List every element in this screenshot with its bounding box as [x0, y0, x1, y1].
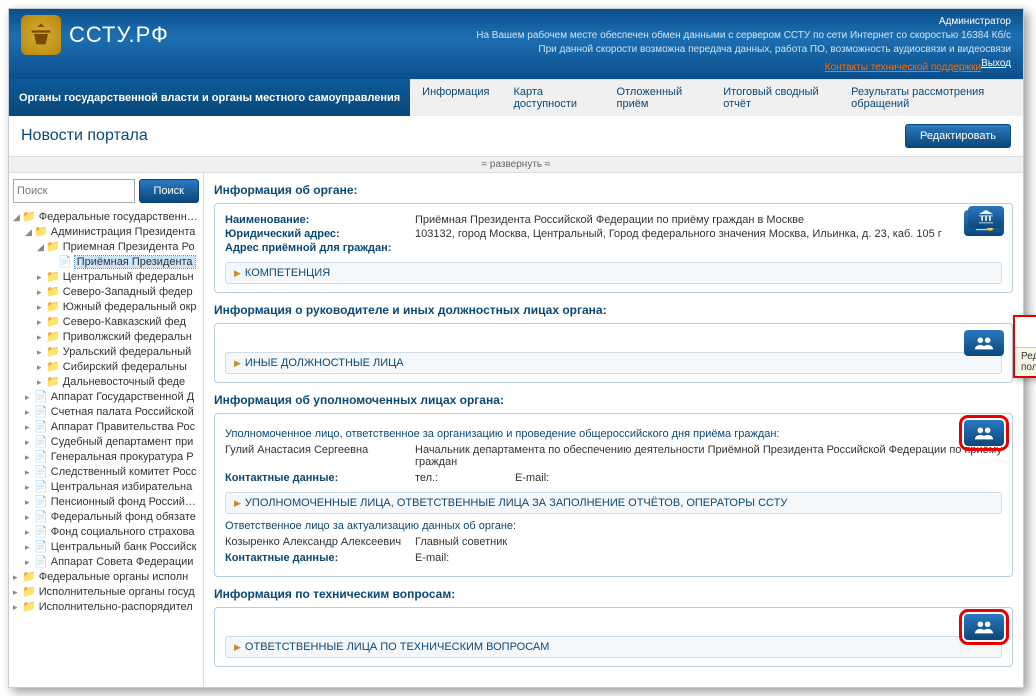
chevron-right-icon: ▶ [234, 642, 241, 652]
resp-name: Козыренко Александр Алексеевич [225, 536, 415, 548]
tree-priemnaya[interactable]: ◢📁 Приемная Президента Ро [37, 239, 199, 254]
speed-msg1: На Вашем рабочем месте обеспечен обмен д… [476, 29, 1011, 43]
sidebar: Поиск ◢📁 Федеральные государственные ◢📁 … [9, 173, 204, 687]
tree-root[interactable]: ◢📁 Федеральные государственные [13, 209, 199, 224]
tree: ◢📁 Федеральные государственные ◢📁 Админи… [13, 209, 199, 614]
exit-link[interactable]: Выход [981, 57, 1011, 71]
site-title: ССТУ.РФ [69, 22, 169, 48]
tree-item[interactable]: ▸📁 Приволжский федеральн [37, 329, 199, 344]
edit-leaders-icon[interactable] [964, 330, 1004, 356]
emblem-icon [21, 15, 61, 55]
operators-expander[interactable]: ▶УПОЛНОМОЧЕННЫЕ ЛИЦА, ОТВЕТСТВЕННЫЕ ЛИЦА… [225, 492, 1002, 514]
tree-doc[interactable]: ▸📄 Аппарат Государственной Д [25, 389, 199, 404]
tree-doc[interactable]: ▸📄 Генеральная прокуратура Р [25, 449, 199, 464]
edit-competence-icon[interactable] [968, 206, 1004, 228]
tree-item[interactable]: ▸📁 Сибирский федеральны [37, 359, 199, 374]
panel-org-info: Наименование:Приёмная Президента Российс… [214, 203, 1013, 293]
page-title: Новости портала [21, 127, 148, 145]
search-button[interactable]: Поиск [139, 179, 199, 203]
tree-bottom[interactable]: ▸📁 Исполнительно-распорядител [13, 599, 199, 614]
tree-item[interactable]: ▸📁 Северо-Кавказский фед [37, 314, 199, 329]
tree-admin[interactable]: ◢📁 Администрация Президента [25, 224, 199, 239]
tree-doc[interactable]: ▸📄 Фонд социального страхова [25, 524, 199, 539]
admin-label: Администратор [476, 15, 1011, 29]
tree-doc[interactable]: ▸📄 Федеральный фонд обязате [25, 509, 199, 524]
menu-map[interactable]: Карта доступности [502, 80, 605, 116]
menu-section-label: Органы государственной власти и органы м… [9, 86, 410, 110]
edit-authorized-icon[interactable] [964, 420, 1004, 446]
addr-value: 103132, город Москва, Центральный, Город… [415, 228, 1002, 240]
expand-bar[interactable]: ≈ развернуть ≈ [9, 156, 1023, 173]
panel-tech: ▶ОТВЕТСТВЕННЫЕ ЛИЦА ПО ТЕХНИЧЕСКИМ ВОПРО… [214, 607, 1013, 667]
tree-doc[interactable]: ▸📄 Следственный комитет Росс [25, 464, 199, 479]
email-label: E-mail: [515, 472, 615, 484]
tech-expander[interactable]: ▶ОТВЕТСТВЕННЫЕ ЛИЦА ПО ТЕХНИЧЕСКИМ ВОПРО… [225, 636, 1002, 658]
menu-info[interactable]: Информация [410, 80, 501, 116]
menu-items: Информация Карта доступности Отложенный … [410, 79, 1023, 116]
menu-bar: Органы государственной власти и органы м… [9, 79, 1023, 116]
title-row: Новости портала Редактировать [9, 116, 1023, 156]
main-content: Информация об органе: Наименование:Приём… [204, 173, 1023, 687]
chevron-right-icon: ▶ [234, 268, 241, 278]
support-link[interactable]: Контакты технической поддержки [825, 61, 981, 75]
auth-pos: Начальник департамента по обеспечению де… [415, 444, 1002, 468]
header-right: Администратор На Вашем рабочем месте обе… [476, 15, 1011, 75]
search-input[interactable] [13, 179, 135, 203]
addr-label: Юридический адрес: [225, 228, 415, 240]
header: ССТУ.РФ Администратор На Вашем рабочем м… [9, 9, 1023, 79]
edit-button[interactable]: Редактировать [905, 124, 1011, 148]
tree-doc[interactable]: ▸📄 Судебный департамент при [25, 434, 199, 449]
resp-subtitle: Ответственное лицо за актуализацию данны… [225, 520, 1002, 532]
tooltip-text: Редактировать данные пользователей [1015, 347, 1036, 376]
contact-label2: Контактные данные: [225, 552, 415, 564]
section1-title: Информация об органе: [214, 183, 1013, 197]
auth-name: Гулий Анастасия Сергеевна [225, 444, 415, 468]
other-officials-expander[interactable]: ▶ИНЫЕ ДОЛЖНОСТНЫЕ ЛИЦА [225, 352, 1002, 374]
tree-doc[interactable]: ▸📄 Аппарат Правительства Рос [25, 419, 199, 434]
menu-deferred[interactable]: Отложенный приём [605, 80, 712, 116]
menu-report[interactable]: Итоговый сводный отчёт [711, 80, 839, 116]
tree-doc[interactable]: ▸📄 Пенсионный фонд Российско [25, 494, 199, 509]
tree-doc[interactable]: ▸📄 Центральная избирательна [25, 479, 199, 494]
name-label: Наименование: [225, 214, 415, 226]
menu-results[interactable]: Результаты рассмотрения обращений [839, 80, 1023, 116]
logo-area: ССТУ.РФ [21, 15, 169, 55]
chevron-right-icon: ▶ [234, 498, 241, 508]
tree-selected[interactable]: 📄 Приёмная Президента [49, 254, 199, 269]
resp-pos: Главный советник [415, 536, 1002, 548]
email-label2: E-mail: [415, 552, 515, 564]
section4-title: Информация по техническим вопросам: [214, 587, 1013, 601]
contact-label: Контактные данные: [225, 472, 415, 484]
tree-item[interactable]: ▸📁 Дальневосточный феде [37, 374, 199, 389]
auth-subtitle: Уполномоченное лицо, ответственное за ор… [225, 428, 1002, 440]
tree-doc[interactable]: ▸📄 Центральный банк Российск [25, 539, 199, 554]
section3-title: Информация об уполномоченных лицах орган… [214, 393, 1013, 407]
tree-item[interactable]: ▸📁 Северо-Западный федер [37, 284, 199, 299]
tree-bottom[interactable]: ▸📁 Исполнительные органы госуд [13, 584, 199, 599]
tree-doc[interactable]: ▸📄 Счетная палата Российской [25, 404, 199, 419]
chevron-right-icon: ▶ [234, 358, 241, 368]
panel-leaders: ▶ИНЫЕ ДОЛЖНОСТНЫЕ ЛИЦА [214, 323, 1013, 383]
competence-expander[interactable]: ▶КОМПЕТЕНЦИЯ [225, 262, 1002, 284]
section2-title: Информация о руководителе и иных должнос… [214, 303, 1013, 317]
addr2-label: Адрес приёмной для граждан: [225, 242, 415, 254]
tree-bottom[interactable]: ▸📁 Федеральные органы исполн [13, 569, 199, 584]
name-value: Приёмная Президента Российской Федерации… [415, 214, 1002, 226]
edit-tech-icon[interactable] [964, 614, 1004, 640]
tooltip-popup: Редактировать данные пользователей [1013, 315, 1036, 378]
tree-item[interactable]: ▸📁 Уральский федеральный [37, 344, 199, 359]
tree-doc[interactable]: ▸📄 Аппарат Совета Федерации [25, 554, 199, 569]
speed-msg2: При данной скорости возможна передача да… [476, 43, 1011, 57]
panel-authorized: Уполномоченное лицо, ответственное за ор… [214, 413, 1013, 577]
tel-label: тел.: [415, 472, 515, 484]
tree-item[interactable]: ▸📁 Центральный федеральн [37, 269, 199, 284]
tree-item[interactable]: ▸📁 Южный федеральный окр [37, 299, 199, 314]
